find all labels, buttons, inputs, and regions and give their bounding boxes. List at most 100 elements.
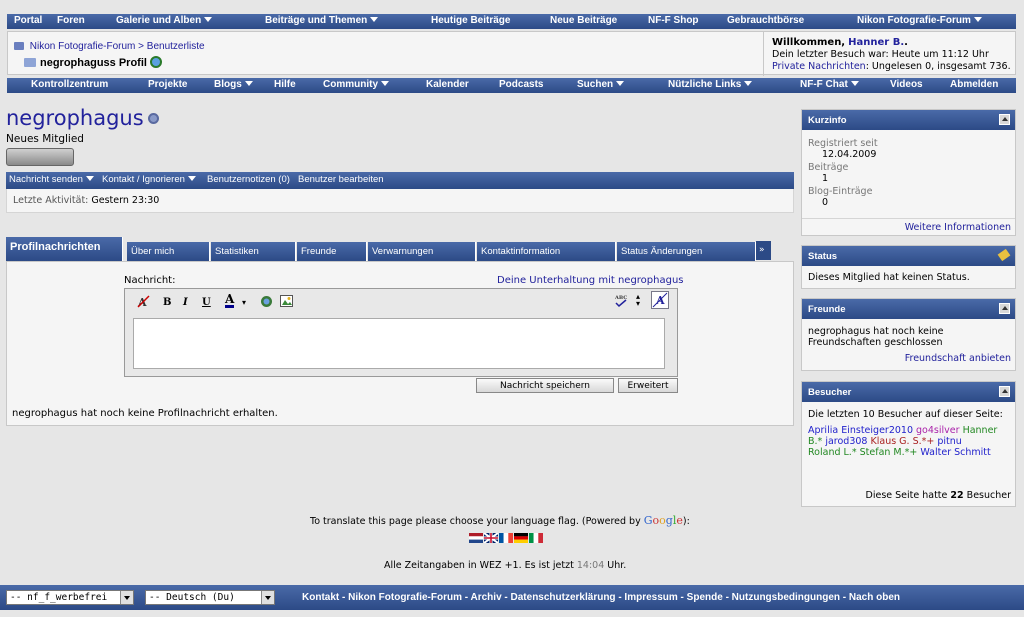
bold-button[interactable]: B [163,297,171,308]
breadcrumb-root[interactable]: Nikon Fotografie-Forum [30,41,136,52]
nav-portal[interactable]: Portal [14,15,42,26]
visitor-list: Aprilia Einsteiger2010 go4silver Hanner … [808,425,1009,458]
visitors-intro: Die letzten 10 Besucher auf dieser Seite… [808,409,1003,420]
visitors-box: Besucher Die letzten 10 Besucher auf die… [801,381,1016,507]
folder-icon [24,58,36,67]
chevron-down-icon [120,591,133,604]
contact-ignore-menu[interactable]: Kontakt / Ignorieren [102,174,196,185]
rank-image [6,148,74,166]
chevron-down-icon [973,17,982,22]
visitor-link[interactable]: Aprilia [808,425,838,436]
visitor-link[interactable]: pitnu [937,436,961,447]
welcome-greeting: Willkommen, [772,37,846,48]
message-textarea[interactable] [133,318,665,369]
edit-user-link[interactable]: Benutzer bearbeiten [298,174,384,185]
nav-abmelden[interactable]: Abmelden [950,79,998,90]
collapse-icon[interactable] [999,114,1010,125]
pencil-icon[interactable] [997,248,1011,262]
flag-fr-icon[interactable] [499,533,513,543]
visitor-link[interactable]: go4silver [916,425,960,436]
advanced-button[interactable]: Erweitert [618,378,678,393]
chevron-down-icon [204,17,213,22]
footer-links[interactable]: Kontakt - Nikon Fotografie-Forum - Archi… [302,592,900,603]
profile-tabs: Profilnachrichten Über mich Statistiken … [6,237,771,261]
last-visit: Dein letzter Besuch war: Heute um 11:12 … [772,49,989,60]
nav-neue-beitraege[interactable]: Neue Beiträge [550,15,617,26]
profile-username: negrophagus [6,106,144,130]
breadcrumb-parent[interactable]: Benutzerliste [147,41,205,52]
nav-heutige-beitraege[interactable]: Heutige Beiträge [431,15,510,26]
nav-kalender[interactable]: Kalender [426,79,469,90]
nav-foren[interactable]: Foren [57,15,85,26]
flag-uk-icon[interactable] [484,533,498,543]
spellcheck-icon[interactable]: ABC [614,294,627,311]
tab-status-aenderungen[interactable]: Status Änderungen [617,242,756,261]
tab-statistiken[interactable]: Statistiken [211,242,296,261]
nav-galerie[interactable]: Galerie und Alben [116,15,213,26]
remove-format-icon[interactable]: A [137,295,150,311]
online-status-icon [148,113,159,124]
more-info-link[interactable]: Weitere Informationen [802,218,1015,233]
nav-kontrollzentrum[interactable]: Kontrollzentrum [31,79,108,90]
translate-notice: To translate this page please choose you… [310,514,690,527]
nav-community[interactable]: Community [323,79,389,90]
message-label: Nachricht: [124,275,176,286]
conversation-link[interactable]: Deine Unterhaltung mit negrophagus [497,275,684,286]
flag-de-icon[interactable] [514,533,528,543]
home-icon[interactable] [14,42,24,50]
nav-shop[interactable]: NF-F Shop [648,15,699,26]
collapse-icon[interactable] [999,386,1010,397]
nav-beitraege-themen[interactable]: Beiträge und Themen [265,15,379,26]
nav-forum[interactable]: Nikon Fotografie-Forum [857,15,982,26]
tab-profilnachrichten[interactable]: Profilnachrichten [6,237,123,261]
visitor-link[interactable]: Klaus G. S.*+ [871,436,935,447]
offer-friendship-link[interactable]: Freundschaft anbieten [802,353,1015,364]
visitor-link[interactable]: jarod308 [825,436,867,447]
welcome-user-link[interactable]: Hanner B. [848,37,904,48]
nav-suchen[interactable]: Suchen [577,79,625,90]
kurzinfo-box: Kurzinfo Registriert seit 12.04.2009 Bei… [801,109,1016,236]
language-select[interactable]: -- Deutsch (Du) [145,590,275,605]
flag-nl-icon[interactable] [469,533,483,543]
nav-videos[interactable]: Videos [890,79,923,90]
chevron-down-icon [370,17,379,22]
insert-link-icon[interactable] [260,295,273,311]
visitor-link[interactable]: Walter Schmitt [920,447,990,458]
user-notes-link[interactable]: Benutzernotizen (0) [207,174,290,185]
visitor-link[interactable]: Roland L.* [808,447,857,458]
style-select[interactable]: -- nf_f_werbefrei [6,590,134,605]
send-message-menu[interactable]: Nachricht senden [9,174,94,185]
underline-button[interactable]: U [202,297,211,308]
insert-image-icon[interactable] [280,295,293,310]
resize-arrows-icon[interactable]: ▴ ▾ [636,293,640,308]
editor-toolbar: A B I U A ▾ ABC ▴▾ A [125,289,677,315]
registered-value: 12.04.2009 [822,149,877,160]
flag-it-icon[interactable] [529,533,543,543]
nav-blogs[interactable]: Blogs [214,79,253,90]
italic-button[interactable]: I [183,297,188,308]
visitor-link[interactable]: Einsteiger2010 [841,425,913,436]
private-messages-link[interactable]: Private Nachrichten [772,61,866,72]
user-title: Neues Mitglied [6,133,84,145]
nav-gebrauchtboerse[interactable]: Gebrauchtbörse [727,15,804,26]
nav-chat[interactable]: NF-F Chat [800,79,859,90]
tab-kontaktinformation[interactable]: Kontaktinformation [477,242,616,261]
color-dropdown-icon[interactable]: ▾ [242,297,246,307]
switch-editor-icon[interactable]: A [651,291,669,312]
text-color-button[interactable]: A [225,293,235,308]
save-message-button[interactable]: Nachricht speichern [476,378,614,393]
language-flags [469,533,543,543]
reload-icon[interactable] [149,56,162,68]
visitors-header: Besucher [802,382,1015,402]
nav-podcasts[interactable]: Podcasts [499,79,543,90]
tab-freunde[interactable]: Freunde [297,242,367,261]
nav-nuetzliche-links[interactable]: Nützliche Links [668,79,753,90]
collapse-icon[interactable] [999,303,1010,314]
chevron-down-icon [244,81,253,86]
visitor-link[interactable]: Stefan M.*+ [860,447,918,458]
tabs-more-button[interactable]: » [756,241,771,260]
tab-verwarnungen[interactable]: Verwarnungen [368,242,476,261]
tab-ueber-mich[interactable]: Über mich [127,242,210,261]
nav-hilfe[interactable]: Hilfe [274,79,296,90]
nav-projekte[interactable]: Projekte [148,79,187,90]
